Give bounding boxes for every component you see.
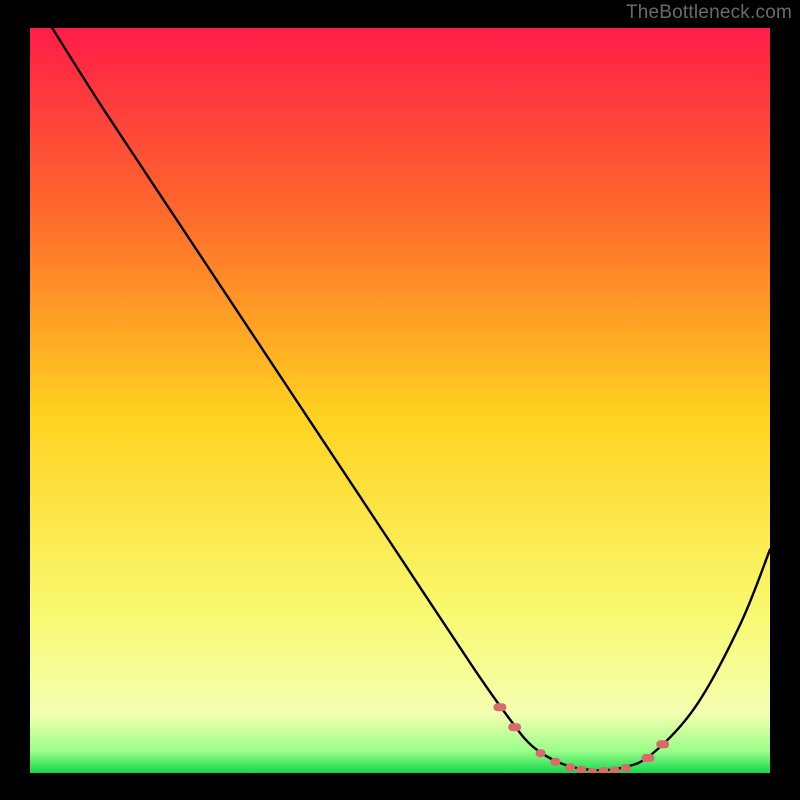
highlight-dot [656, 740, 669, 748]
highlight-dot [621, 764, 631, 772]
highlight-dot [493, 703, 506, 711]
highlight-dots [493, 703, 669, 773]
plot-area [30, 28, 770, 773]
highlight-dot [599, 767, 609, 773]
chart-root: TheBottleneck.com [0, 0, 800, 800]
highlight-dot [550, 758, 560, 766]
highlight-dot [641, 754, 654, 762]
plot-svg [30, 28, 770, 773]
highlight-dot [508, 723, 521, 731]
highlight-dot [536, 749, 546, 757]
highlight-dot [576, 766, 586, 773]
watermark-text: TheBottleneck.com [626, 2, 792, 24]
highlight-dot [610, 766, 620, 773]
curve-line [52, 28, 770, 770]
highlight-dot [565, 764, 575, 772]
